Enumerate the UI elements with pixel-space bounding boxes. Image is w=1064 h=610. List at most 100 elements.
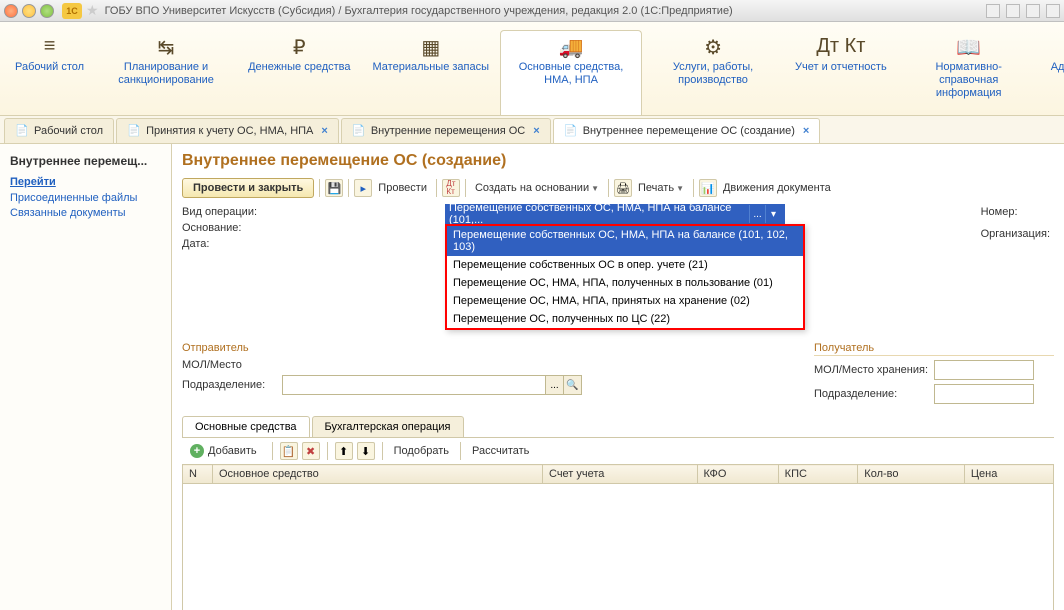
sidebar: Внутреннее перемещ... Перейти Присоедине… [0,144,172,610]
nav-label: Учет и отчетность [795,61,887,74]
movements-icon[interactable]: 📊 [699,179,717,197]
select-button[interactable]: Подобрать [390,443,453,459]
form-area: Внутреннее перемещение ОС (создание) Про… [172,144,1064,610]
receiver-dept-input[interactable] [935,388,1064,400]
main-navigation: ≡Рабочий стол ↹ Планирование и санкциониро… [0,22,1064,116]
operation-type-value: Перемещение собственных ОС, НМА, НПА на … [449,202,749,226]
document-tab-0[interactable]: 📄Рабочий стол [4,118,114,143]
print-button[interactable]: Печать▼ [634,180,688,196]
operation-type-field[interactable]: Перемещение собственных ОС, НМА, НПА на … [445,204,785,224]
dropdown-option-0[interactable]: Перемещение собственных ОС, НМА, НПА на … [447,226,803,256]
nav-item-4[interactable]: 🚚Основные средства, НМА, НПА [500,30,642,115]
app-logo: 1C [62,3,82,19]
column-header-2[interactable]: Счет учета [543,465,698,484]
search-icon[interactable]: 🔍 [563,376,581,394]
label-mol-sender: МОЛ/Место [182,359,262,371]
dropdown-option-4[interactable]: Перемещение ОС, полученных по ЦС (22) [447,310,803,328]
tab-icon: 📄 [127,124,141,138]
document-tab-3[interactable]: 📄 Внутреннее перемещение ОС (создание) × [553,118,821,143]
nav-icon: Дт Кт [816,35,865,57]
tab-icon: 📄 [352,124,366,138]
create-based-button[interactable]: Создать на основании▼ [471,180,603,196]
tab-assets[interactable]: Основные средства [182,416,310,437]
provesti-icon[interactable]: ▸ [354,179,372,197]
save-icon[interactable]: 💾 [325,179,343,197]
nav-item-5[interactable]: ⚙ Услуги, работы, производство [642,30,784,115]
tab-label: Принятия к учету ОС, НМА, НПА [146,125,313,137]
tab-icon: 📄 [564,124,578,138]
calculate-button[interactable]: Рассчитать [468,443,533,459]
nav-label: Планирование и санкционирование [106,61,226,87]
dropdown-option-3[interactable]: Перемещение ОС, НМА, НПА, принятых на хр… [447,292,803,310]
nav-item-1[interactable]: ↹ Планирование и санкционирование [95,30,237,115]
window-close-button[interactable] [4,4,18,18]
copy-icon[interactable]: 📋 [280,442,298,460]
sender-dept-field[interactable]: ... 🔍 [282,375,582,395]
delete-icon[interactable]: ✖ [302,442,320,460]
sidebar-heading[interactable]: Перейти [10,176,161,188]
form-title: Внутреннее перемещение ОС (создание) [182,152,1054,170]
window-titlebar: 1C ★ ГОБУ ВПО Университет Искусств (Субс… [0,0,1064,22]
nav-label: Услуги, работы, производство [653,61,773,87]
column-header-4[interactable]: КПС [778,465,858,484]
label-org: Организация: [981,228,1050,240]
sidebar-link-attached[interactable]: Присоединенные файлы [10,192,161,204]
document-tab-2[interactable]: 📄Внутренние перемещения ОС× [341,118,551,143]
movements-button[interactable]: Движения документа [719,180,835,196]
dtkt-icon[interactable]: ДтКт [442,179,460,197]
provesti-button[interactable]: Провести [374,180,431,196]
titlebar-icon-3[interactable] [1026,4,1040,18]
titlebar-icon-1[interactable] [986,4,1000,18]
label-vid: Вид операции: [182,206,262,218]
column-header-0[interactable]: N [183,465,213,484]
tab-close-icon[interactable]: × [321,125,327,137]
column-header-1[interactable]: Основное средство [213,465,543,484]
tab-accounting[interactable]: Бухгалтерская операция [312,416,464,437]
window-maximize-button[interactable] [40,4,54,18]
receiver-dept-field[interactable] [934,384,1034,404]
nav-item-2[interactable]: ₽Денежные средства [237,30,361,115]
nav-item-8[interactable]: ⚒Администрирование [1040,30,1064,115]
move-up-icon[interactable]: ⬆ [335,442,353,460]
titlebar-icon-4[interactable] [1046,4,1060,18]
tab-close-icon[interactable]: × [533,125,539,137]
label-nomer: Номер: [981,206,1050,218]
lookup-icon[interactable]: ... [545,376,563,394]
nav-item-0[interactable]: ≡Рабочий стол [4,30,95,115]
receiver-mol-field[interactable] [934,360,1034,380]
operation-type-dropdown[interactable]: Перемещение собственных ОС, НМА, НПА на … [445,224,805,330]
print-icon[interactable]: 🖨 [614,179,632,197]
favorite-icon[interactable]: ★ [86,2,99,19]
nav-icon: ↹ [158,35,175,57]
document-tab-1[interactable]: 📄 Принятия к учету ОС, НМА, НПА × [116,118,339,143]
table-toolbar: + Добавить 📋 ✖ ⬆ ⬇ Подобрать Рассчитать [182,438,1054,464]
sender-dept-input[interactable] [283,379,545,391]
column-header-3[interactable]: КФО [697,465,778,484]
table-empty-body[interactable] [182,484,1054,610]
column-header-5[interactable]: Кол-во [858,465,965,484]
tab-label: Внутреннее перемещение ОС (создание) [583,125,795,137]
move-down-icon[interactable]: ⬇ [357,442,375,460]
dropdown-option-2[interactable]: Перемещение ОС, НМА, НПА, полученных в п… [447,274,803,292]
receiver-mol-input[interactable] [935,364,1064,376]
add-row-button[interactable]: + Добавить [182,442,265,460]
detail-tabs: Основные средства Бухгалтерская операция [182,416,1054,438]
window-title: ГОБУ ВПО Университет Искусств (Субсидия)… [105,5,733,17]
sidebar-link-related[interactable]: Связанные документы [10,207,161,219]
tab-close-icon[interactable]: × [803,125,809,137]
nav-icon: ≡ [44,35,56,57]
dropdown-toggle-icon[interactable]: ... [749,205,765,223]
nav-item-6[interactable]: Дт Кт Учет и отчетность [784,30,898,115]
nav-label: Администрирование [1051,61,1064,74]
label-osnovanie: Основание: [182,222,262,234]
nav-item-3[interactable]: ▦Материальные запасы [362,30,501,115]
dropdown-arrow-icon[interactable]: ▾ [765,205,781,223]
window-minimize-button[interactable] [22,4,36,18]
submit-button[interactable]: Провести и закрыть [182,178,314,198]
nav-item-7[interactable]: 📖Нормативно-справочная информация [898,30,1040,115]
nav-icon: 📖 [956,35,981,57]
dropdown-option-1[interactable]: Перемещение собственных ОС в опер. учете… [447,256,803,274]
titlebar-icon-2[interactable] [1006,4,1020,18]
nav-icon: ⚙ [704,35,722,57]
column-header-6[interactable]: Цена [964,465,1053,484]
